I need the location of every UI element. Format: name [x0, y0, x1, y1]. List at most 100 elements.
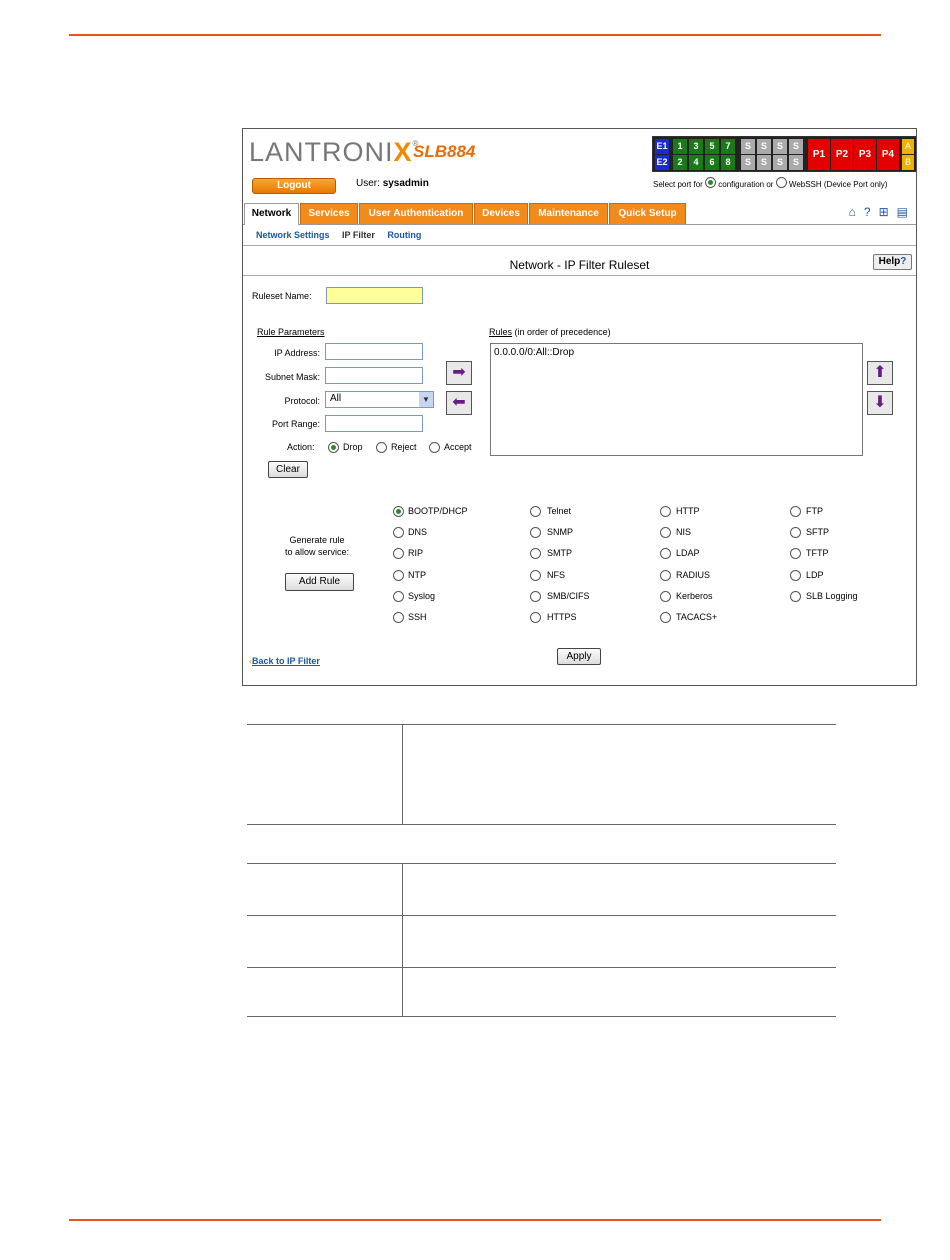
rule-item[interactable]: 0.0.0.0/0:All::Drop	[494, 347, 574, 358]
service-radio[interactable]	[530, 612, 541, 623]
clear-button[interactable]: Clear	[268, 461, 308, 478]
webssh-radio[interactable]	[775, 177, 787, 188]
service-radio[interactable]	[660, 548, 671, 559]
arrow-left-icon: ⬅	[452, 394, 466, 411]
port-3[interactable]: 3	[689, 139, 703, 154]
service-label: RIP	[408, 548, 424, 558]
subnet-mask-input[interactable]	[325, 367, 423, 384]
action-drop-radio[interactable]	[328, 442, 339, 453]
logout-button[interactable]: Logout	[252, 178, 336, 194]
port-4[interactable]: 4	[689, 155, 703, 170]
add-to-rules-button[interactable]: ➡	[446, 361, 472, 385]
service-radio[interactable]	[660, 612, 671, 623]
port-8[interactable]: 8	[721, 155, 735, 170]
service-radio[interactable]	[790, 506, 801, 517]
subnav-ip-filter[interactable]: IP Filter	[342, 230, 375, 240]
service-radio[interactable]	[530, 570, 541, 581]
port-p4[interactable]: P4	[877, 139, 899, 170]
service-label: SFTP	[806, 527, 830, 537]
service-radio[interactable]	[790, 527, 801, 538]
service-radio[interactable]	[660, 570, 671, 581]
port-b[interactable]: B	[902, 155, 914, 170]
port-1[interactable]: 1	[673, 139, 687, 154]
divider	[243, 245, 916, 246]
add-rule-button[interactable]: Add Rule	[285, 573, 354, 591]
service-radio[interactable]	[393, 506, 404, 517]
service-radio[interactable]	[530, 527, 541, 538]
service-label: NFS	[547, 570, 565, 580]
service-radio[interactable]	[660, 527, 671, 538]
port-p3[interactable]: P3	[854, 139, 876, 170]
tab-services[interactable]: Services	[300, 203, 358, 224]
rules-listbox[interactable]: 0.0.0.0/0:All::Drop	[490, 343, 863, 456]
sitemap-icon[interactable]: ⊞	[879, 205, 889, 219]
port-e2[interactable]: E2	[655, 155, 669, 170]
protocol-select[interactable]: All ▼	[325, 391, 434, 408]
port-s[interactable]: S	[773, 155, 787, 170]
help-icon[interactable]: ?	[864, 205, 871, 219]
service-radio[interactable]	[790, 570, 801, 581]
port-s[interactable]: S	[757, 155, 771, 170]
service-radio[interactable]	[790, 548, 801, 559]
tab-devices[interactable]: Devices	[474, 203, 528, 224]
back-link[interactable]: ‹Back to IP Filter	[249, 651, 320, 669]
port-range-input[interactable]	[325, 415, 423, 432]
port-p1[interactable]: P1	[808, 139, 830, 170]
port-a[interactable]: A	[902, 139, 914, 154]
port-s[interactable]: S	[789, 139, 803, 154]
chevron-down-icon[interactable]: ▼	[419, 392, 433, 407]
table-row-divider	[247, 967, 836, 968]
subnav-network-settings[interactable]: Network Settings	[256, 230, 330, 240]
model-name: SLB884	[413, 142, 476, 161]
service-label: DNS	[408, 527, 428, 537]
arrow-right-icon: ➡	[452, 364, 466, 381]
service-label: SMB/CIFS	[547, 591, 590, 601]
port-p2[interactable]: P2	[831, 139, 853, 170]
help-button[interactable]: Help?	[873, 254, 912, 270]
service-label: NIS	[676, 527, 692, 537]
port-s[interactable]: S	[773, 139, 787, 154]
tab-quick-setup[interactable]: Quick Setup	[609, 203, 686, 224]
service-radio[interactable]	[393, 612, 404, 623]
table-border	[247, 863, 836, 864]
service-radio[interactable]	[393, 527, 404, 538]
port-s[interactable]: S	[741, 155, 755, 170]
ip-address-input[interactable]	[325, 343, 423, 360]
config-radio[interactable]	[705, 177, 717, 188]
apply-button[interactable]: Apply	[557, 648, 601, 665]
bottom-rule	[69, 1219, 881, 1221]
action-accept-radio[interactable]	[429, 442, 440, 453]
move-up-button[interactable]: ⬆	[867, 361, 893, 385]
service-radio[interactable]	[530, 548, 541, 559]
main-tabs: Network Services User Authentication Dev…	[243, 203, 916, 225]
service-radio[interactable]	[660, 506, 671, 517]
tab-maintenance[interactable]: Maintenance	[529, 203, 608, 224]
port-5[interactable]: 5	[705, 139, 719, 154]
ruleset-name-input[interactable]	[326, 287, 423, 304]
port-e1[interactable]: E1	[655, 139, 669, 154]
port-s[interactable]: S	[741, 139, 755, 154]
service-radio[interactable]	[660, 591, 671, 602]
service-radio[interactable]	[530, 506, 541, 517]
service-radio[interactable]	[393, 570, 404, 581]
service-label: FTP	[806, 506, 823, 516]
port-6[interactable]: 6	[705, 155, 719, 170]
remove-from-rules-button[interactable]: ⬅	[446, 391, 472, 415]
arrow-up-icon: ⬆	[873, 364, 887, 381]
home-icon[interactable]: ⌂	[849, 205, 856, 219]
port-2[interactable]: 2	[673, 155, 687, 170]
service-radio[interactable]	[393, 548, 404, 559]
subnav-routing[interactable]: Routing	[387, 230, 421, 240]
document-icon[interactable]: ▤	[897, 205, 908, 219]
service-radio[interactable]	[393, 591, 404, 602]
tab-user-authentication[interactable]: User Authentication	[359, 203, 473, 224]
port-s[interactable]: S	[789, 155, 803, 170]
port-s[interactable]: S	[757, 139, 771, 154]
service-radio[interactable]	[530, 591, 541, 602]
service-radio[interactable]	[790, 591, 801, 602]
action-reject-radio[interactable]	[376, 442, 387, 453]
move-down-button[interactable]: ⬇	[867, 391, 893, 415]
tab-network[interactable]: Network	[244, 203, 299, 225]
port-7[interactable]: 7	[721, 139, 735, 154]
screenshot-frame: LANTRONIX® SLB884 Logout User: sysadmin …	[242, 128, 917, 686]
